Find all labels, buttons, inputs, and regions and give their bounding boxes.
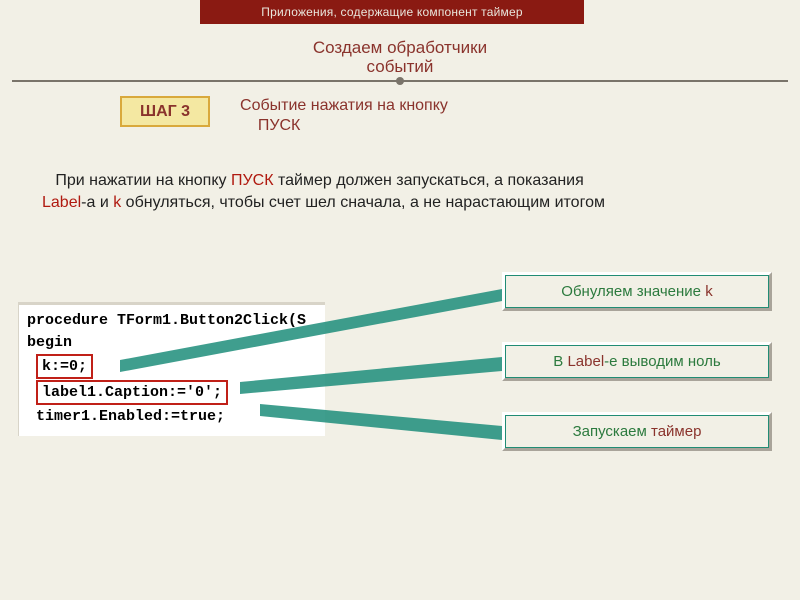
desc-text-2: таймер должен запускаться, а показания (274, 172, 584, 189)
callout2-text-a: В (553, 353, 567, 370)
code-line-5: timer1.Enabled:=true; (25, 406, 325, 427)
step-caption: Событие нажатия на кнопку ПУСК (240, 96, 448, 136)
callout1-text-a: Обнуляем значение (561, 283, 705, 300)
callout-reset-k: Обнуляем значение k (502, 272, 772, 311)
callout1-keyword-k: k (705, 283, 713, 300)
code-line-2: begin (25, 332, 325, 353)
callout-label-zero: В Label-е выводим ноль (502, 342, 772, 381)
step-row: ШАГ 3 Событие нажатия на кнопку ПУСК (120, 96, 448, 136)
callout2-keyword-label: Label (567, 353, 604, 370)
step-caption-line1: Событие нажатия на кнопку (240, 97, 448, 114)
section-title: Создаем обработчики событий (0, 38, 800, 76)
desc-text-4: обнуляться, чтобы счет шел сначала, а не… (121, 194, 605, 211)
callout-start-timer: Запускаем таймер (502, 412, 772, 451)
code-highlight-k: k:=0; (36, 354, 93, 379)
step-badge: ШАГ 3 (120, 96, 210, 127)
section-title-line2: событий (367, 57, 434, 76)
description: При нажатии на кнопку ПУСК таймер должен… (42, 170, 740, 214)
code-line-1: procedure TForm1.Button2Click(S (25, 310, 325, 331)
callout2-text-c: -е выводим ноль (604, 353, 721, 370)
code-line-3: k:=0; (25, 354, 325, 379)
code-line-4: label1.Caption:='0'; (25, 380, 325, 405)
code-panel: procedure TForm1.Button2Click(S begin k:… (18, 302, 325, 436)
slide: Приложения, содержащие компонент таймер … (0, 0, 800, 600)
callout3-text-a: Запускаем (573, 423, 651, 440)
banner-title: Приложения, содержащие компонент таймер (200, 0, 584, 24)
desc-keyword-label: Label (42, 194, 81, 211)
callout3-keyword-timer: таймер (651, 423, 701, 440)
desc-text-1: При нажатии на кнопку (55, 172, 231, 189)
desc-keyword-pusk: ПУСК (231, 172, 274, 189)
desc-text-3: -a и (81, 194, 113, 211)
divider (12, 80, 788, 82)
code-text-timer: timer1.Enabled:=true; (36, 408, 225, 425)
step-caption-line2: ПУСК (258, 117, 301, 134)
section-title-line1: Создаем обработчики (313, 38, 487, 57)
code-highlight-label: label1.Caption:='0'; (36, 380, 228, 405)
